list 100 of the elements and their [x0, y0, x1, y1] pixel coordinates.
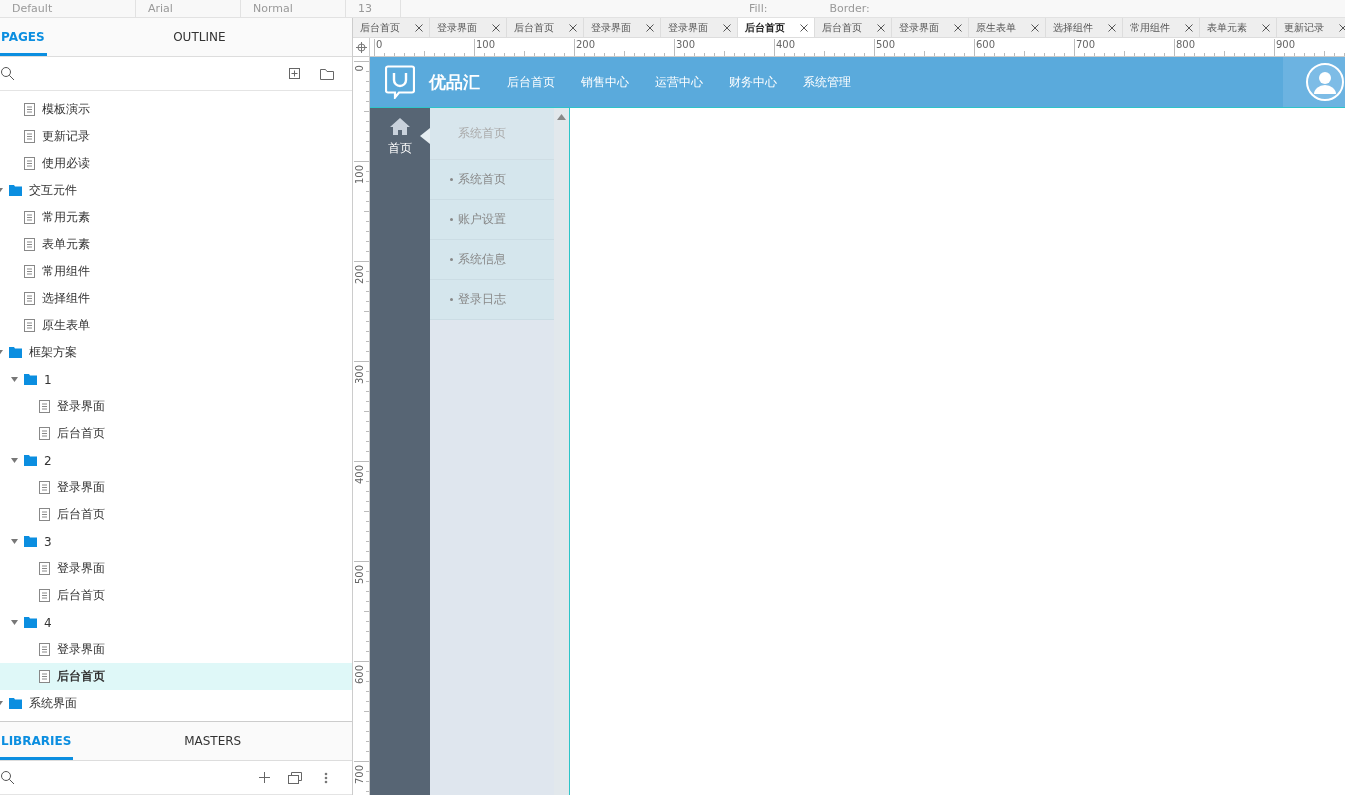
expand-arrow-icon[interactable] [11, 620, 18, 625]
page-item[interactable]: 模板演示 [0, 96, 352, 123]
ruler-label: 400 [776, 39, 796, 51]
tree-label: 3 [44, 534, 52, 549]
document-tab[interactable]: 登录界面 [584, 18, 661, 37]
search-icon[interactable] [1, 770, 15, 785]
close-icon[interactable] [1031, 23, 1039, 32]
document-tab[interactable]: 选择组件 [1046, 18, 1123, 37]
page-item[interactable]: 表单元素 [0, 231, 352, 258]
duplicate-icon[interactable] [288, 771, 302, 784]
close-icon[interactable] [415, 23, 423, 32]
page-item[interactable]: 原生表单 [0, 312, 352, 339]
page-item[interactable]: 登录界面 [0, 474, 352, 501]
tree-label: 4 [44, 615, 52, 630]
document-tab[interactable]: 后台首页 [738, 18, 815, 37]
document-tab[interactable]: 后台首页 [507, 18, 584, 37]
close-icon[interactable] [800, 23, 808, 32]
fill-label: Fill: [749, 1, 768, 16]
page-item[interactable]: 后台首页 [0, 582, 352, 609]
panel-tab[interactable]: OUTLINE [46, 18, 352, 56]
tree-label: 交互元件 [29, 182, 77, 199]
logo-icon [385, 65, 415, 99]
tree-label: 登录界面 [57, 560, 105, 577]
tree-label: 框架方案 [29, 344, 77, 361]
document-tab[interactable]: 登录界面 [430, 18, 507, 37]
page-icon [24, 211, 35, 224]
page-item[interactable]: 后台首页 [0, 663, 352, 690]
folder-icon [9, 698, 22, 709]
page-item[interactable]: 后台首页 [0, 420, 352, 447]
document-tab[interactable]: 登录界面 [892, 18, 969, 37]
page-item[interactable]: 常用组件 [0, 258, 352, 285]
page-icon [39, 670, 50, 683]
close-icon[interactable] [646, 23, 654, 32]
panel-tab[interactable]: MASTERS [73, 722, 352, 760]
side-nav-item[interactable]: 首页 [370, 108, 430, 157]
page-item[interactable]: 后台首页 [0, 501, 352, 528]
folder-item[interactable]: 3 [0, 528, 352, 555]
page-icon [24, 103, 35, 116]
page-icon [24, 130, 35, 143]
expand-arrow-icon[interactable] [11, 458, 18, 463]
page-item[interactable]: 登录界面 [0, 636, 352, 663]
page-item[interactable]: 常用元素 [0, 204, 352, 231]
scroll-up-icon[interactable] [557, 114, 566, 120]
ruler-label: 600 [976, 39, 996, 51]
folder-item[interactable]: 系统界面 [0, 690, 352, 717]
close-icon[interactable] [569, 23, 577, 32]
ruler-label: 300 [676, 39, 696, 51]
page-item[interactable]: 使用必读 [0, 150, 352, 177]
page-icon [39, 562, 50, 575]
page-item[interactable]: 登录界面 [0, 393, 352, 420]
tree-label: 登录界面 [57, 641, 105, 658]
scrollbar[interactable] [554, 108, 570, 795]
close-icon[interactable] [877, 23, 885, 32]
document-tab[interactable]: 表单元素 [1200, 18, 1277, 37]
ruler-label: 900 [1276, 39, 1296, 51]
page-item[interactable]: 选择组件 [0, 285, 352, 312]
close-icon[interactable] [1262, 23, 1270, 32]
more-icon[interactable] [324, 771, 328, 784]
folder-item[interactable]: 4 [0, 609, 352, 636]
folder-icon[interactable] [320, 67, 334, 80]
crosshair-icon[interactable] [355, 41, 367, 53]
add-icon[interactable] [259, 772, 270, 783]
page-icon [24, 238, 35, 251]
page-icon [39, 589, 50, 602]
folder-item[interactable]: 1 [0, 366, 352, 393]
folder-item[interactable]: 交互元件 [0, 177, 352, 204]
close-icon[interactable] [1185, 23, 1193, 32]
page-icon [24, 292, 35, 305]
folder-icon [24, 374, 37, 385]
page-item[interactable]: 登录界面 [0, 555, 352, 582]
tree-label: 后台首页 [57, 506, 105, 523]
search-icon[interactable] [1, 66, 15, 81]
folder-icon [9, 347, 22, 358]
folder-item[interactable]: 框架方案 [0, 339, 352, 366]
close-icon[interactable] [1339, 23, 1345, 32]
ruler-label: 200 [576, 39, 596, 51]
close-icon[interactable] [723, 23, 731, 32]
close-icon[interactable] [492, 23, 500, 32]
expand-arrow-icon[interactable] [11, 539, 18, 544]
page-icon [39, 427, 50, 440]
ruler-label: 300 [354, 365, 366, 385]
folder-item[interactable]: 2 [0, 447, 352, 474]
document-tab[interactable]: 原生表单 [969, 18, 1046, 37]
folder-icon [9, 185, 22, 196]
document-tab[interactable]: 更新记录 [1277, 18, 1345, 37]
close-icon[interactable] [954, 23, 962, 32]
document-tab[interactable]: 常用组件 [1123, 18, 1200, 37]
document-tab[interactable]: 后台首页 [815, 18, 892, 37]
ruler-label: 400 [354, 465, 366, 485]
home-icon [390, 118, 410, 135]
document-tab[interactable]: 后台首页 [353, 18, 430, 37]
page-icon [39, 643, 50, 656]
add-page-icon[interactable] [289, 68, 300, 79]
tree-label: 更新记录 [42, 128, 90, 145]
close-icon[interactable] [1108, 23, 1116, 32]
page-item[interactable]: 更新记录 [0, 123, 352, 150]
ruler-label: 600 [354, 665, 366, 685]
page-icon [39, 400, 50, 413]
page-icon [24, 265, 35, 278]
expand-arrow-icon[interactable] [11, 377, 18, 382]
